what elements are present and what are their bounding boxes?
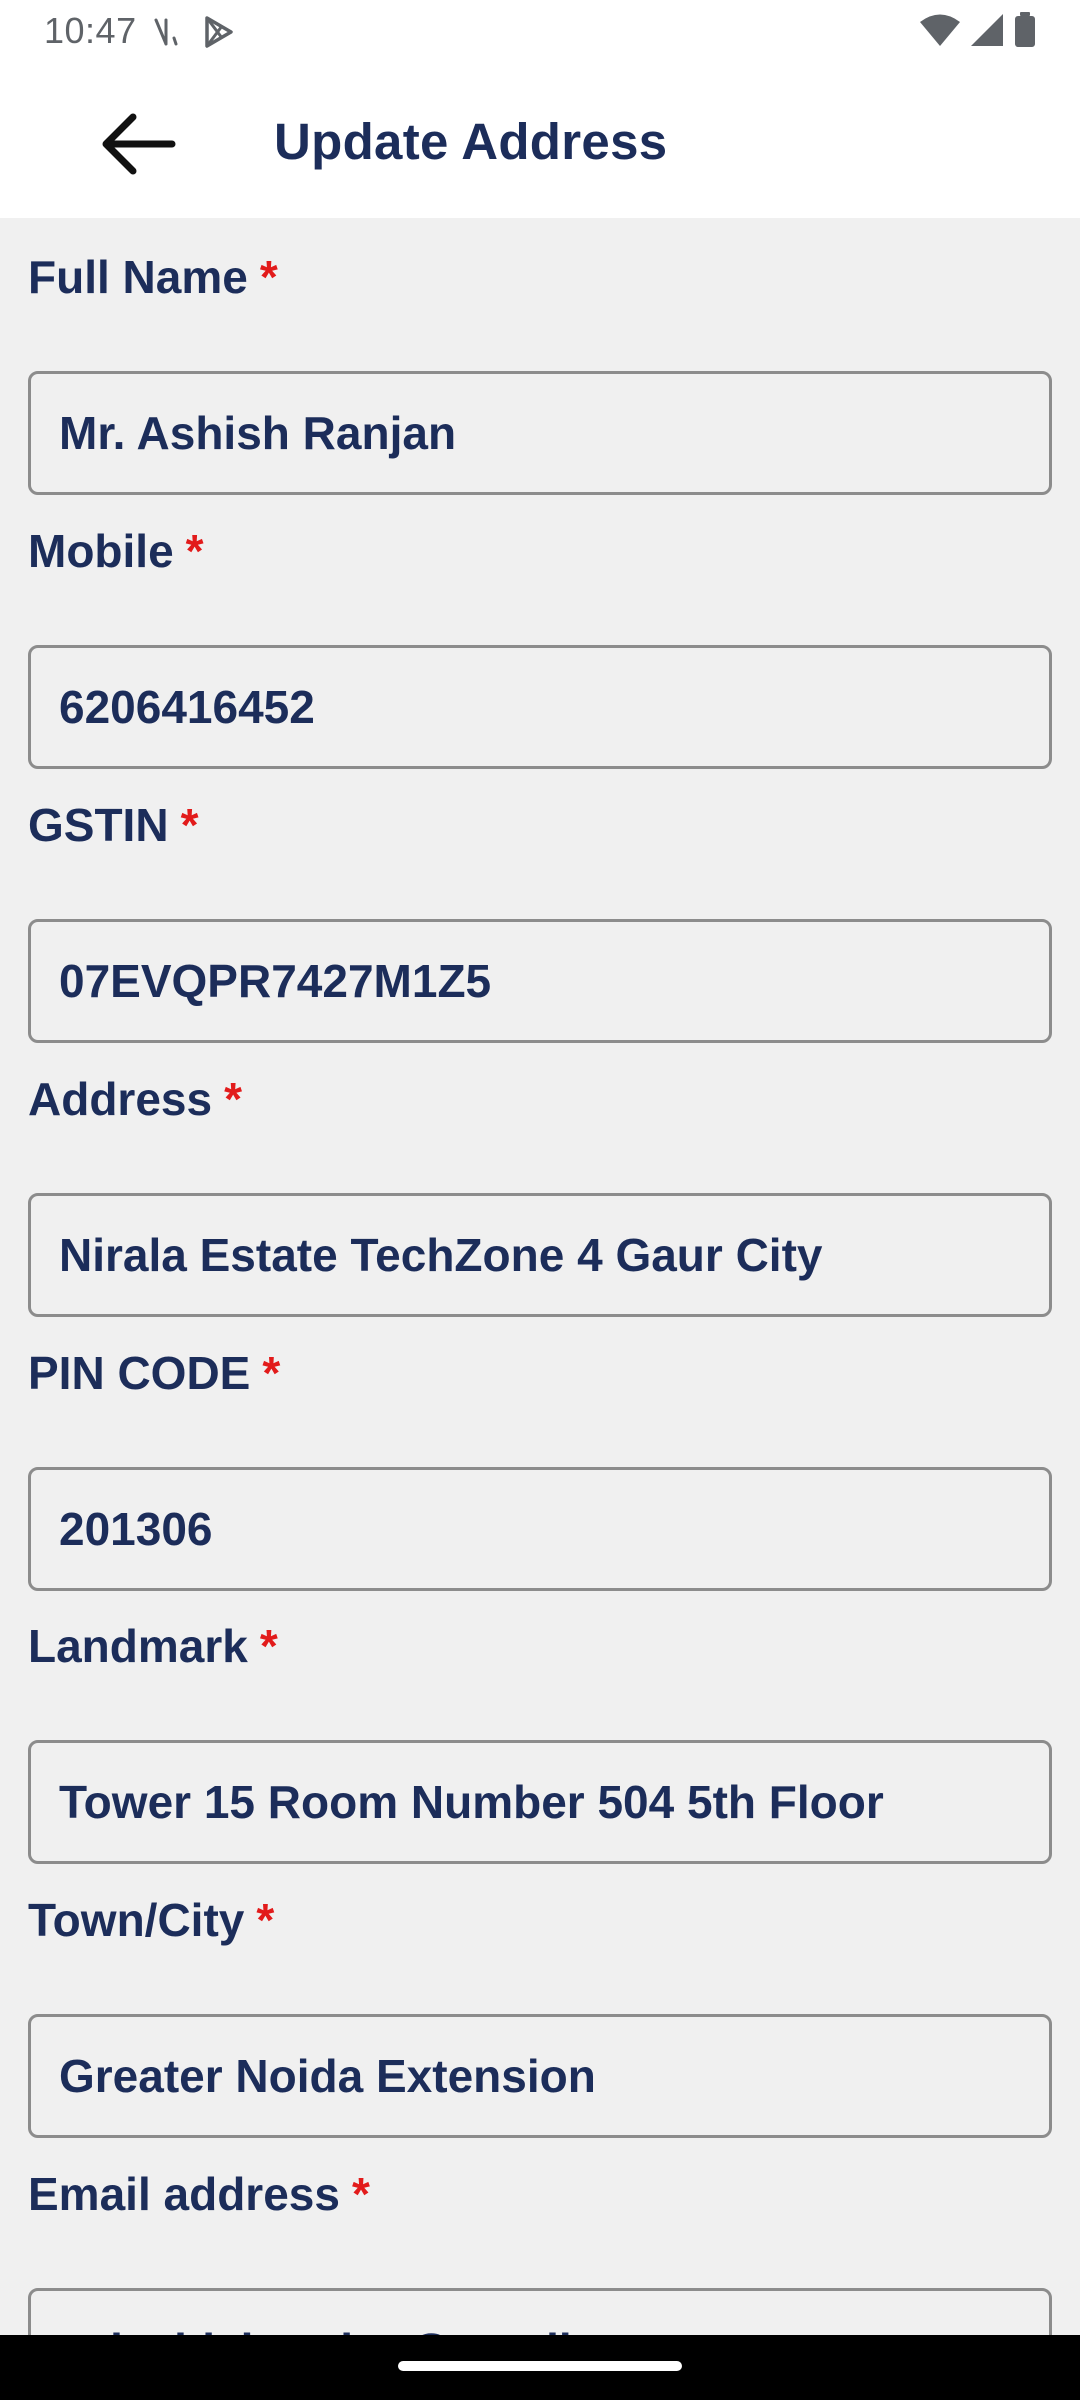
required-marker: *	[180, 799, 199, 851]
status-time: 10:47	[44, 10, 137, 51]
status-notification-icons	[150, 14, 236, 50]
play-store-icon	[205, 16, 233, 48]
app-bar: Update Address	[0, 62, 1080, 218]
home-gesture-handle[interactable]	[398, 2361, 682, 2371]
required-marker: *	[262, 1347, 281, 1399]
signal-icon	[971, 14, 1003, 46]
battery-icon	[1015, 12, 1035, 47]
address-label-text: Address	[28, 1073, 213, 1125]
email-label-text: Email address	[28, 2168, 340, 2220]
full-name-label: Full Name *	[28, 250, 278, 304]
address-input[interactable]	[28, 1193, 1052, 1317]
mobile-label-text: Mobile	[28, 525, 174, 577]
gstin-input[interactable]	[28, 919, 1052, 1043]
required-marker: *	[185, 525, 204, 577]
town-city-label-text: Town/City	[28, 1894, 245, 1946]
landmark-input[interactable]	[28, 1740, 1052, 1864]
gstin-label: GSTIN *	[28, 798, 198, 852]
pin-code-input[interactable]	[28, 1467, 1052, 1591]
gstin-label-text: GSTIN	[28, 799, 169, 851]
required-marker: *	[259, 1620, 278, 1672]
screen: 10:47 Update Address Full Name * Mr. Ash…	[0, 0, 1080, 2400]
status-system-icons	[920, 12, 1036, 48]
pin-code-label: PIN CODE *	[28, 1346, 280, 1400]
landmark-label: Landmark *	[28, 1619, 278, 1673]
arrow-left-icon	[102, 113, 176, 175]
mobile-label: Mobile *	[28, 524, 204, 578]
full-name-label-text: Full Name	[28, 251, 248, 303]
required-marker: *	[224, 1073, 242, 1125]
required-marker: *	[351, 2168, 370, 2220]
mobile-input[interactable]	[28, 645, 1052, 769]
landmark-label-text: Landmark	[28, 1620, 248, 1672]
wifi-icon	[920, 14, 960, 46]
town-city-input[interactable]	[28, 2014, 1052, 2138]
address-label: Address *	[28, 1072, 242, 1126]
back-button[interactable]	[96, 102, 180, 186]
status-bar: 10:47	[0, 0, 1080, 62]
full-name-input[interactable]	[28, 371, 1052, 495]
required-marker: *	[259, 251, 278, 303]
town-city-label: Town/City *	[28, 1893, 274, 1947]
antenna-icon	[154, 18, 178, 46]
pin-code-label-text: PIN CODE	[28, 1347, 251, 1399]
required-marker: *	[256, 1894, 275, 1946]
email-label: Email address *	[28, 2167, 370, 2221]
page-title: Update Address	[274, 113, 668, 170]
system-nav-bar	[0, 2335, 1080, 2400]
